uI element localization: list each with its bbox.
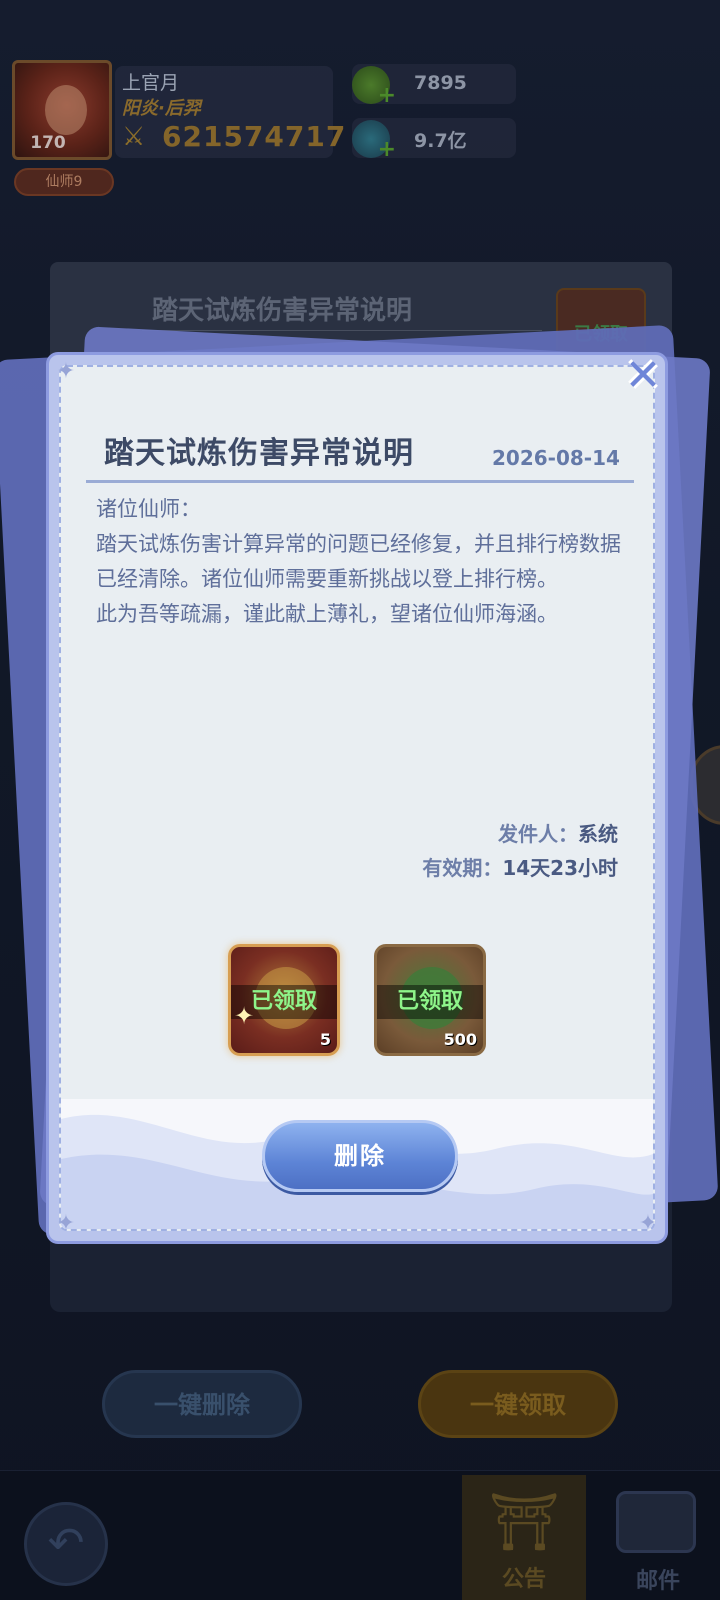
plus-icon[interactable]: + (378, 83, 396, 108)
envelope-icon (616, 1491, 696, 1553)
mail-detail-modal: ✦ ✦ ✦ (46, 352, 668, 1244)
mail-paragraph: 踏天试炼伤害计算异常的问题已经修复，并且排行榜数据已经清除。诸位仙师需要重新挑战… (96, 532, 621, 591)
mail-paragraph: 此为吾等疏漏，谨此献上薄礼，望诸位仙师海涵。 (96, 602, 558, 626)
mail-screen: 170 仙师9 上官月 阳炎·后羿 ⚔ 621574717 + 7895 + 9… (0, 0, 720, 1600)
expiry-value: 14天23小时 (502, 856, 618, 880)
avatar-face (45, 85, 87, 135)
player-title: 阳炎·后羿 (122, 98, 201, 119)
top-hud: 170 仙师9 上官月 阳炎·后羿 ⚔ 621574717 + 7895 + 9… (0, 0, 720, 220)
back-arrow-icon[interactable]: ↶ (24, 1502, 108, 1586)
player-name: 上官月 (122, 72, 180, 94)
title-divider (86, 480, 634, 483)
tab-mail-label: 邮件 (635, 1569, 680, 1594)
mail-title: 踏天试炼伤害异常说明 (104, 436, 414, 471)
reward-item[interactable]: 已领取 5 (228, 944, 340, 1056)
reward-quantity: 500 (443, 1030, 477, 1049)
combat-power: 621574717 (162, 120, 347, 153)
tab-notice-label: 公告 (501, 1567, 546, 1592)
corner-ornament-icon: ✦ (638, 1211, 658, 1236)
tab-notice[interactable]: ⛩ 公告 (462, 1475, 586, 1600)
claimed-label: 已领取 (377, 985, 483, 1019)
green-gem-icon[interactable]: + (352, 66, 396, 108)
rank-badge: 仙师9 (14, 168, 114, 196)
sparkle-icon: ✦ (234, 1002, 255, 1030)
notice-board-icon: ⛩ (488, 1490, 560, 1555)
delete-button[interactable]: 删除 (262, 1120, 458, 1192)
divider (142, 330, 542, 331)
tab-mail[interactable]: 邮件 (596, 1475, 720, 1600)
corner-ornament-icon: ✦ (56, 359, 76, 384)
mail-greeting: 诸位仙师： (96, 497, 201, 521)
expiry-label: 有效期： (422, 856, 503, 880)
plus-icon[interactable]: + (378, 137, 396, 162)
resource-value-gems: 7895 (414, 72, 467, 94)
player-level: 170 (30, 133, 66, 153)
reward-quantity: 5 (319, 1030, 331, 1049)
corner-ornament-icon: ✦ (56, 1211, 76, 1236)
mail-list-item-title: 踏天试炼伤害异常说明 (152, 296, 413, 326)
mail-body: 诸位仙师： 踏天试炼伤害计算异常的问题已经修复，并且排行榜数据已经清除。诸位仙师… (96, 492, 628, 632)
crossed-swords-icon: ⚔ (122, 122, 146, 152)
mail-expiry: 有效期：14天23小时 (422, 852, 618, 881)
claim-all-button[interactable]: 一键领取 (418, 1370, 618, 1438)
sender-label: 发件人： (498, 822, 578, 846)
sender-value: 系统 (578, 822, 618, 846)
mail-sender: 发件人：系统 (498, 818, 618, 847)
resource-value-crystals: 9.7亿 (414, 130, 467, 152)
close-icon[interactable]: ✕ (620, 354, 666, 400)
reward-item[interactable]: 已领取 500 (374, 944, 486, 1056)
blue-crystal-icon[interactable]: + (352, 120, 396, 162)
mail-date: 2026-08-14 (492, 446, 620, 470)
delete-all-button[interactable]: 一键删除 (102, 1370, 302, 1438)
